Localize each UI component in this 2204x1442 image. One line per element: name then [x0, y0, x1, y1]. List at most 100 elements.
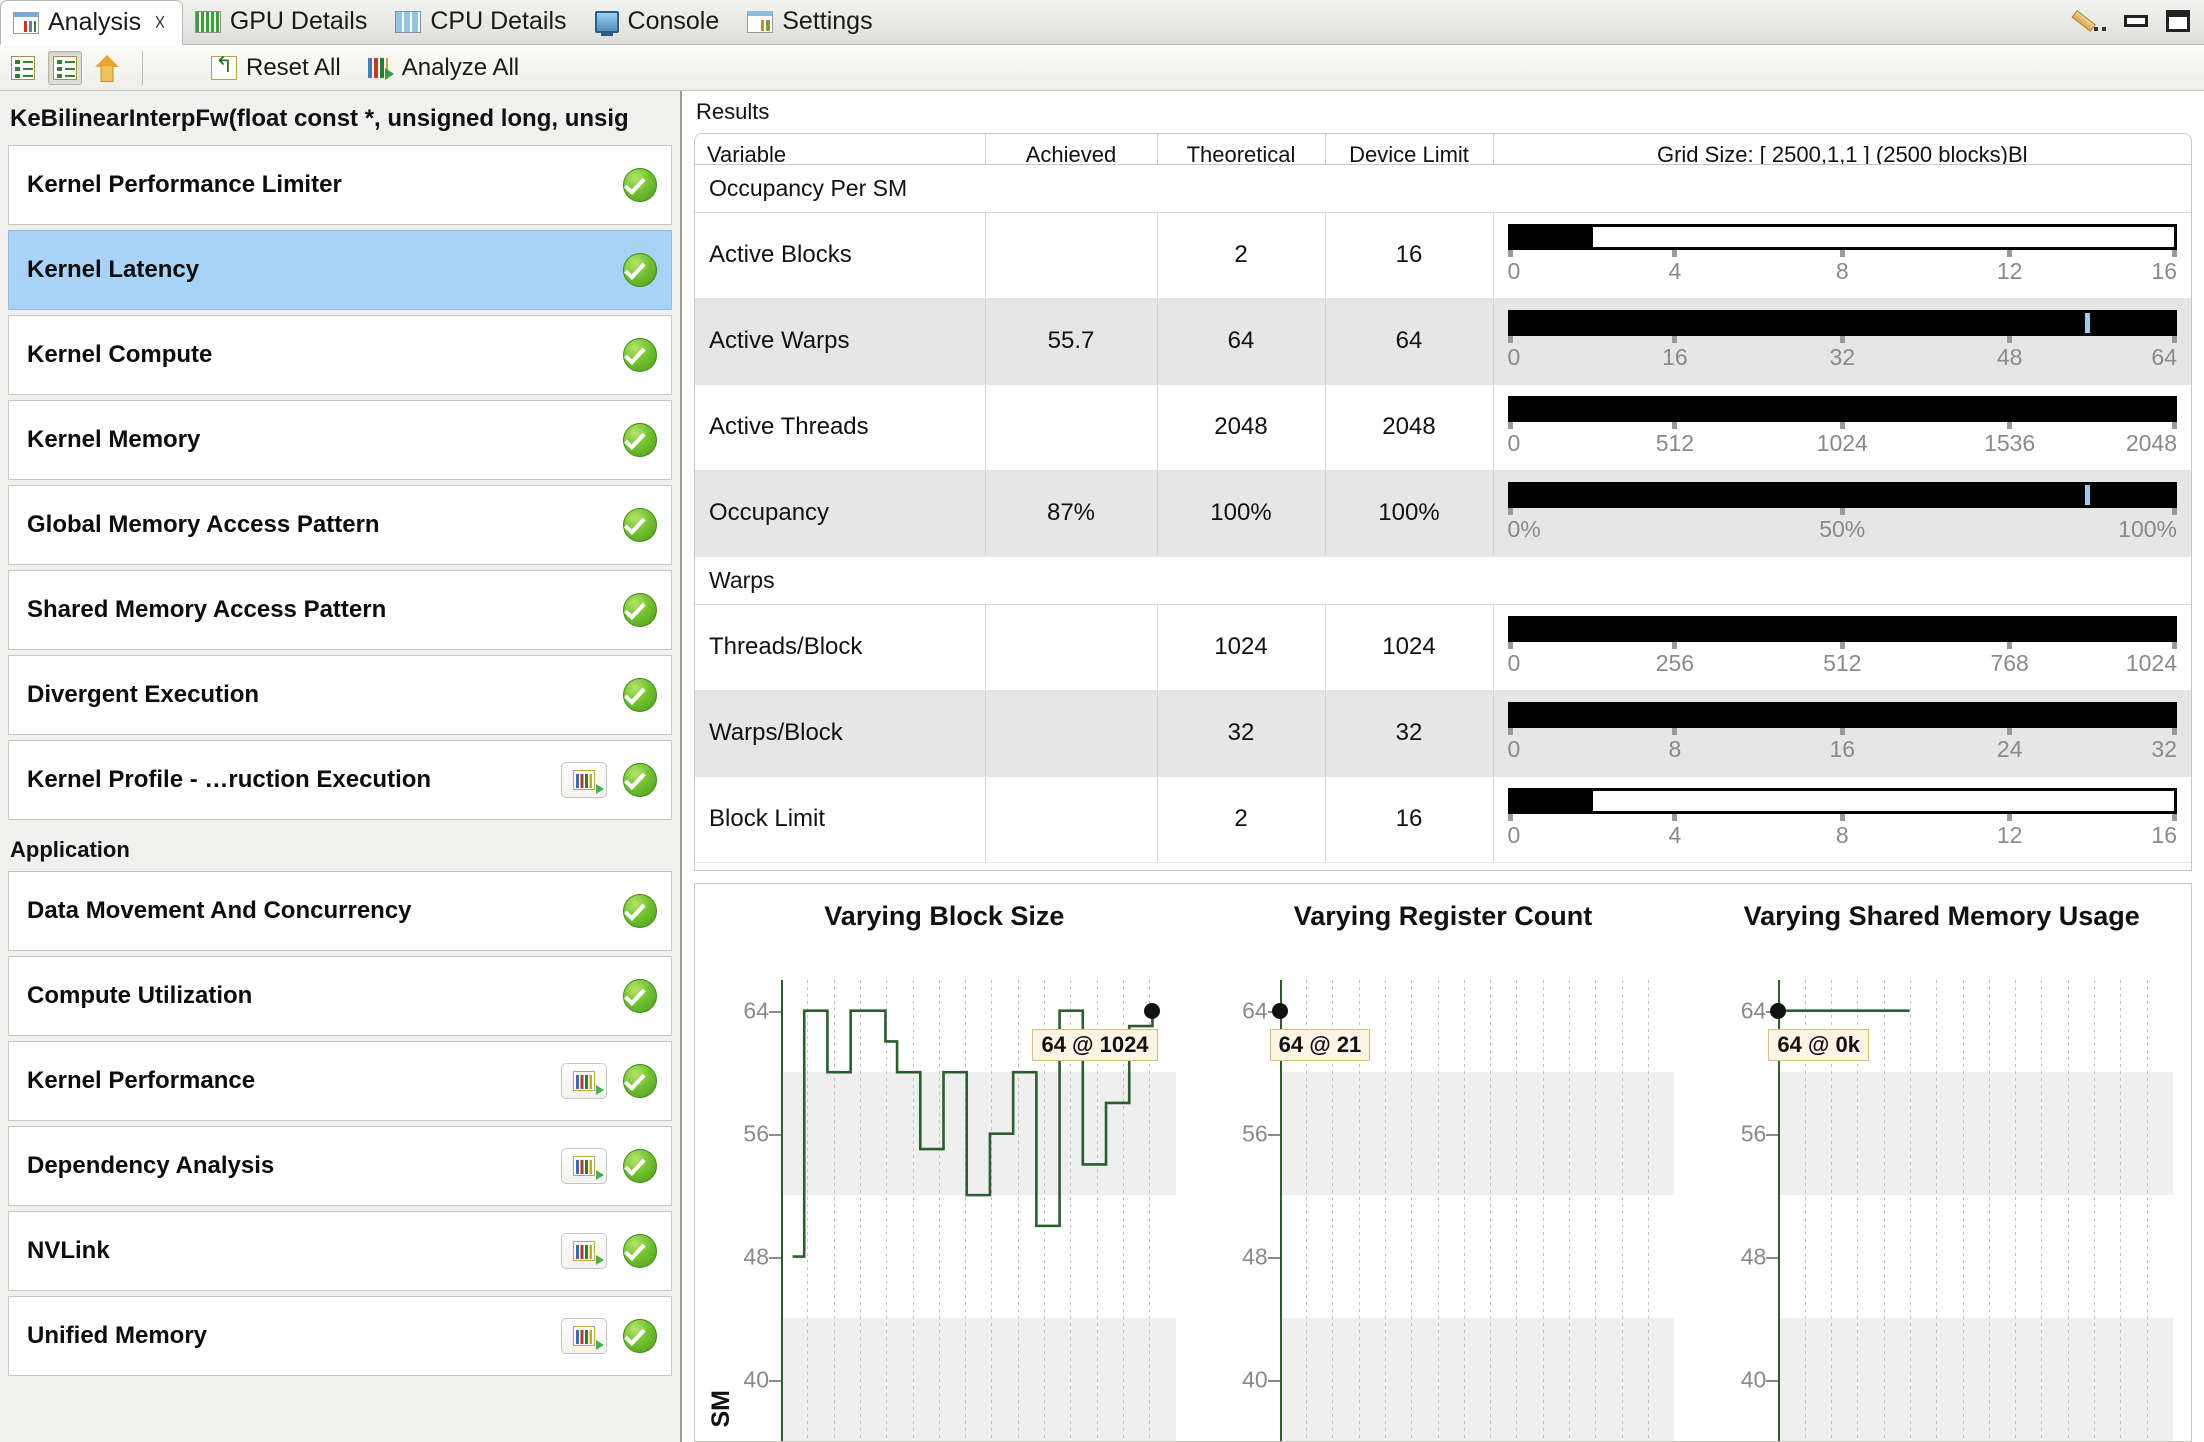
tab-label: Console: [628, 7, 720, 36]
bar-tick-label: 48: [1997, 344, 2023, 371]
sidebar-item-kernel-latency[interactable]: Kernel Latency: [8, 230, 672, 310]
bar-tick-labels: 0481216: [1508, 258, 2178, 286]
y-tick-mark: [769, 1011, 781, 1013]
tab-gpu-details[interactable]: GPU Details: [183, 0, 384, 44]
bar-tick-label: 4: [1668, 258, 1681, 285]
bar-tick-label: 50%: [1819, 516, 1865, 543]
sidebar-item-nvlink[interactable]: NVLink: [8, 1211, 672, 1291]
chart-panel[interactable]: Varying Block Size4048566464 @ 1024: [695, 884, 1194, 1441]
table-row[interactable]: Warps/Block323208162432: [695, 690, 2191, 776]
bar-tick-label: 16: [2151, 258, 2177, 285]
cell-device-limit: 64: [1325, 298, 1493, 384]
bar-tick-label: 8: [1836, 258, 1849, 285]
table-row[interactable]: Block Limit2160481216: [695, 776, 2191, 862]
section-title: Occupancy Per SM: [695, 164, 2191, 212]
sidebar-item-kernel-compute[interactable]: Kernel Compute: [8, 315, 672, 395]
reset-all-button[interactable]: Reset All: [211, 54, 341, 82]
tab-settings[interactable]: Settings: [735, 0, 888, 44]
tab-analysis[interactable]: Analysis☓: [0, 0, 183, 45]
sidebar-item-kernel-profile-ruction-execution[interactable]: Kernel Profile - …ruction Execution: [8, 740, 672, 820]
occupancy-table: VariableAchievedTheoreticalDevice LimitG…: [695, 134, 2191, 871]
bar-tick-label: 0: [1508, 822, 1521, 849]
occupancy-table-wrap[interactable]: VariableAchievedTheoreticalDevice LimitG…: [694, 133, 2192, 871]
cell-device-limit: 2048: [1325, 384, 1493, 470]
results-panel: Results VariableAchievedTheoreticalDevic…: [682, 91, 2204, 1442]
bulleted-list-button[interactable]: [48, 51, 82, 85]
analyze-all-button[interactable]: Analyze All: [367, 54, 519, 82]
analyze-icon: [367, 56, 393, 80]
bar-tick-label: 12: [1997, 258, 2023, 285]
bar-tick-label: 100%: [2118, 516, 2177, 543]
sidebar-item-unified-memory[interactable]: Unified Memory: [8, 1296, 672, 1376]
sidebar-item-compute-utilization[interactable]: Compute Utilization: [8, 956, 672, 1036]
chart-panel[interactable]: Varying Register Count4048566464 @ 21: [1194, 884, 1693, 1441]
numbered-list-button[interactable]: [6, 51, 40, 85]
y-tick-label: 40: [1242, 1366, 1268, 1393]
bar-tick: [2007, 422, 2012, 429]
toolbar: Reset All Analyze All: [0, 45, 2204, 91]
plot: 4048566464 @ 1024: [781, 980, 1176, 1441]
y-tick-label: 64: [1741, 997, 1767, 1024]
bar-tick-label: 768: [1990, 650, 2028, 677]
sidebar-item-data-movement-and-concurrency[interactable]: Data Movement And Concurrency: [8, 871, 672, 951]
bar-track: [1508, 616, 2178, 642]
bar-tick-label: 0: [1508, 650, 1521, 677]
table-row[interactable]: Active Warps55.76464016324864: [695, 298, 2191, 384]
table-row[interactable]: Active Blocks2160481216: [695, 212, 2191, 298]
y-tick-label: 56: [743, 1120, 769, 1147]
bar-tick: [1508, 336, 1513, 343]
bar-tick: [2172, 814, 2177, 821]
range-bar: 016324864: [1508, 310, 2178, 372]
column-header[interactable]: Device Limit: [1325, 134, 1493, 164]
open-chart-button[interactable]: [561, 1233, 607, 1269]
column-header[interactable]: Achieved: [985, 134, 1157, 164]
bar-tick-label: 0: [1508, 736, 1521, 763]
tab-cpu-details[interactable]: CPU Details: [383, 0, 582, 44]
status-badge-ok: [623, 1149, 657, 1183]
table-row[interactable]: Threads/Block1024102402565127681024: [695, 604, 2191, 690]
table-row[interactable]: Occupancy87%100%100%0%50%100%: [695, 470, 2191, 556]
bar-tick: [1672, 642, 1677, 649]
bar-ticks: [1508, 642, 2178, 650]
collapse-up-button[interactable]: [90, 51, 124, 85]
bar-tick: [1840, 728, 1845, 735]
column-header[interactable]: Grid Size: [ 2500,1,1 ] (2500 blocks)Bl: [1493, 134, 2191, 164]
y-tick-mark: [1766, 1134, 1778, 1136]
sidebar-item-shared-memory-access-pattern[interactable]: Shared Memory Access Pattern: [8, 570, 672, 650]
sidebar-item-kernel-memory[interactable]: Kernel Memory: [8, 400, 672, 480]
reset-icon: [211, 56, 237, 80]
data-point-tooltip: 64 @ 0k: [1768, 1029, 1869, 1061]
window-tab-bar: Analysis☓GPU DetailsCPU Details Console Se…: [0, 0, 2204, 45]
sidebar-item-kernel-performance[interactable]: Kernel Performance: [8, 1041, 672, 1121]
open-chart-button[interactable]: [561, 762, 607, 798]
bar-tick-label: 12: [1997, 822, 2023, 849]
cell-achieved: 87%: [985, 470, 1157, 556]
status-badge-ok: [623, 423, 657, 457]
sidebar-item-label: NVLink: [27, 1237, 561, 1265]
bar-tick-label: 512: [1823, 650, 1861, 677]
bar-tick: [1508, 508, 1513, 515]
tab-console[interactable]: Console: [583, 0, 736, 44]
sidebar-item-divergent-execution[interactable]: Divergent Execution: [8, 655, 672, 735]
column-header[interactable]: Theoretical: [1157, 134, 1325, 164]
bar-tick-label: 0: [1508, 344, 1521, 371]
console-icon: [595, 11, 619, 33]
restore-icon[interactable]: [2124, 15, 2148, 27]
close-icon[interactable]: ☓: [154, 10, 166, 36]
sidebar-item-global-memory-access-pattern[interactable]: Global Memory Access Pattern: [8, 485, 672, 565]
table-row[interactable]: Active Threads204820480512102415362048: [695, 384, 2191, 470]
chart-panel[interactable]: Varying Shared Memory Usage4048566464 @ …: [1692, 884, 2191, 1441]
bar-achieved-marker: [2085, 482, 2090, 508]
sidebar-item-kernel-performance-limiter[interactable]: Kernel Performance Limiter: [8, 145, 672, 225]
maximize-icon[interactable]: [2166, 10, 2190, 32]
column-header[interactable]: Variable: [695, 134, 985, 164]
sidebar-item-dependency-analysis[interactable]: Dependency Analysis: [8, 1126, 672, 1206]
table-header-row[interactable]: VariableAchievedTheoreticalDevice LimitG…: [695, 134, 2191, 164]
open-chart-button[interactable]: [561, 1063, 607, 1099]
bar-ticks: [1508, 728, 2178, 736]
pencil-icon[interactable]: [2076, 8, 2106, 34]
open-chart-button[interactable]: [561, 1318, 607, 1354]
bar-ticks: [1508, 814, 2178, 822]
table-section-header: Occupancy Per SM: [695, 164, 2191, 212]
open-chart-button[interactable]: [561, 1148, 607, 1184]
